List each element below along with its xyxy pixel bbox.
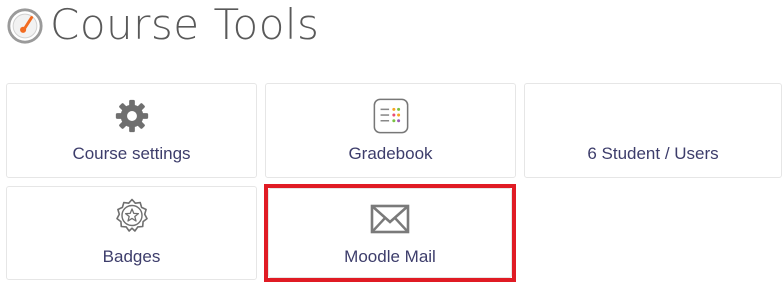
course-settings-tile[interactable]: Course settings <box>6 83 257 178</box>
mail-icon <box>370 204 410 234</box>
gear-icon <box>115 99 148 133</box>
badge-icon <box>115 198 148 232</box>
badges-tile[interactable]: Badges <box>6 186 257 280</box>
gradebook-tile[interactable]: Gradebook <box>265 83 516 178</box>
gradebook-label: Gradebook <box>348 144 433 163</box>
moodle-mail-label: Moodle Mail <box>344 247 436 266</box>
badges-label: Badges <box>102 247 161 266</box>
course-settings-label: Course settings <box>72 144 191 163</box>
users-label: 6 Student / Users <box>587 144 719 163</box>
users-icon-placeholder <box>525 96 781 136</box>
gradebook-icon <box>373 98 408 134</box>
speedometer-icon <box>7 8 43 44</box>
moodle-mail-tile[interactable]: Moodle Mail <box>268 188 512 278</box>
users-tile[interactable]: 6 Student / Users <box>524 83 782 178</box>
page-header: Course Tools <box>6 0 319 50</box>
page-title: Course Tools <box>50 0 320 49</box>
